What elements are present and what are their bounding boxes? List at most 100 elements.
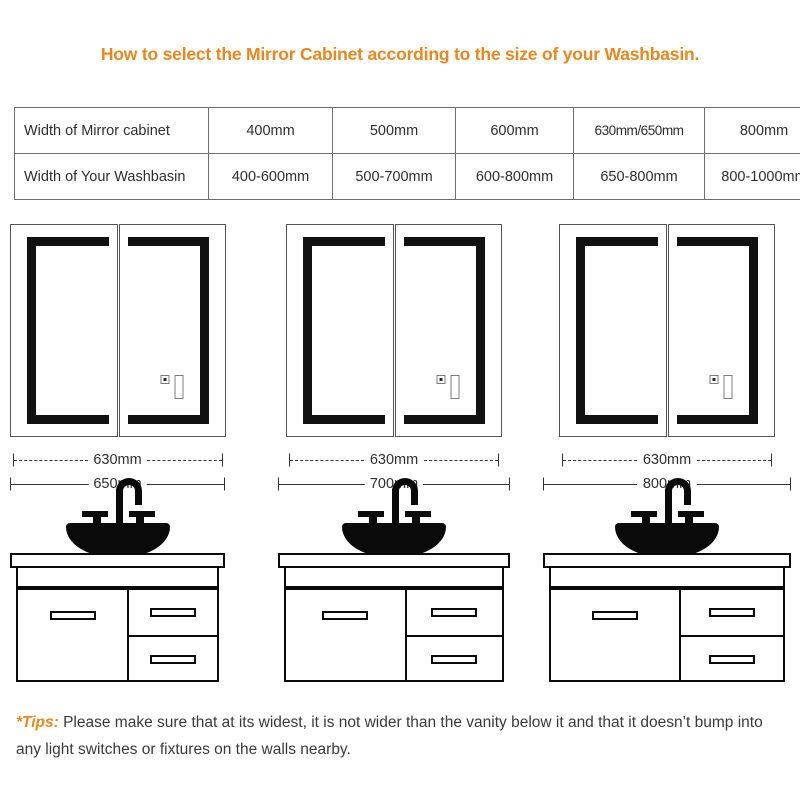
vanity-door bbox=[18, 588, 130, 680]
size-illustration-group-3: 630mm 800mm bbox=[543, 224, 791, 682]
cell-cabinet-width-630-650: 630mm/650mm bbox=[573, 107, 705, 154]
row-header-mirror-cabinet-width: Width of Mirror cabinet bbox=[14, 107, 209, 154]
vanity-drawer-stack bbox=[129, 588, 217, 680]
dimmer-touch-button-icon bbox=[723, 375, 733, 399]
cell-cabinet-width-800: 800mm bbox=[704, 107, 800, 154]
vanity-door-handle bbox=[49, 611, 96, 620]
tips-note: *Tips: Please make sure that at its wide… bbox=[16, 709, 786, 763]
vanity-drawer-top bbox=[407, 590, 502, 635]
vanity-drawer-handle bbox=[431, 608, 478, 617]
vanity-drawer-bottom bbox=[129, 635, 217, 680]
power-touch-button-icon bbox=[709, 375, 719, 384]
vanity-cabinet-body bbox=[16, 588, 219, 682]
washbasin-bowl-icon bbox=[615, 523, 719, 557]
faucet-gooseneck-icon bbox=[115, 478, 142, 497]
cell-washbasin-width-600-800: 600-800mm bbox=[455, 153, 574, 200]
vanity-drawer-handle bbox=[708, 655, 755, 664]
table-row: Width of Your Washbasin 400-600mm 500-70… bbox=[14, 153, 800, 200]
cell-cabinet-width-500: 500mm bbox=[332, 107, 456, 154]
mirror-cabinet-illustration bbox=[559, 224, 775, 437]
mirror-cabinet-door-right bbox=[667, 224, 775, 437]
dimmer-touch-button-icon bbox=[174, 375, 184, 399]
dimension-endcap-right bbox=[498, 453, 499, 467]
vanity-drawer-top bbox=[681, 590, 783, 635]
dimension-label-cabinet-width: 630mm bbox=[364, 452, 424, 468]
vanity-illustration bbox=[278, 478, 510, 682]
cell-washbasin-width-400-600: 400-600mm bbox=[208, 153, 333, 200]
vanity-illustration bbox=[543, 478, 791, 682]
vanity-drawer-stack bbox=[406, 588, 502, 680]
vanity-drawer-handle bbox=[708, 608, 755, 617]
led-light-strip-icon bbox=[576, 237, 658, 424]
washbasin-bowl-icon bbox=[65, 523, 170, 557]
vessel-sink-with-faucet bbox=[615, 478, 719, 557]
mirror-cabinet-door-right bbox=[118, 224, 226, 437]
vanity-drawer-stack bbox=[680, 588, 783, 680]
vanity-drawer-handle bbox=[150, 608, 197, 617]
vessel-sink-with-faucet bbox=[342, 478, 446, 557]
size-illustration-group-2: 630mm 700mm bbox=[278, 224, 510, 682]
page-title: How to select the Mirror Cabinet accordi… bbox=[100, 44, 700, 64]
power-touch-button-icon bbox=[436, 375, 446, 384]
dimension-cabinet-width: 630mm bbox=[289, 448, 499, 472]
dimension-endcap-right bbox=[771, 453, 772, 467]
vanity-door-handle bbox=[591, 611, 638, 620]
vanity-apron bbox=[284, 568, 504, 588]
mirror-cabinet-illustration bbox=[286, 224, 502, 437]
led-light-strip-icon bbox=[303, 237, 385, 424]
touch-control-panel bbox=[436, 375, 460, 399]
vanity-countertop bbox=[278, 553, 510, 568]
vanity-drawer-top bbox=[129, 590, 217, 635]
cell-cabinet-width-400: 400mm bbox=[208, 107, 333, 154]
mirror-cabinet-door-left bbox=[10, 224, 118, 437]
dimmer-touch-button-icon bbox=[450, 375, 460, 399]
size-spec-table: Width of Mirror cabinet 400mm 500mm 600m… bbox=[14, 107, 800, 200]
table-row: Width of Mirror cabinet 400mm 500mm 600m… bbox=[14, 107, 800, 154]
faucet-spout-tip-icon bbox=[134, 496, 142, 505]
mirror-cabinet-door-right bbox=[394, 224, 502, 437]
vanity-door bbox=[551, 588, 681, 680]
touch-control-panel bbox=[709, 375, 733, 399]
faucet-spout-tip-icon bbox=[684, 496, 691, 505]
dimension-label-cabinet-width: 630mm bbox=[637, 452, 697, 468]
vanity-apron bbox=[16, 568, 219, 588]
cell-washbasin-width-500-700: 500-700mm bbox=[332, 153, 456, 200]
vanity-cabinet-body bbox=[284, 588, 504, 682]
cell-cabinet-width-600: 600mm bbox=[455, 107, 574, 154]
dimension-endcap-right bbox=[224, 477, 225, 491]
faucet-gooseneck-icon bbox=[392, 478, 418, 497]
vanity-drawer-handle bbox=[431, 655, 478, 664]
cell-washbasin-width-650-800: 650-800mm bbox=[573, 153, 705, 200]
vanity-drawer-bottom bbox=[406, 635, 502, 680]
touch-control-panel bbox=[160, 375, 184, 399]
vessel-sink-with-faucet bbox=[65, 478, 170, 557]
vanity-countertop bbox=[10, 553, 225, 568]
row-header-washbasin-width: Width of Your Washbasin bbox=[14, 153, 209, 200]
tips-text: Please make sure that at its widest, it … bbox=[16, 714, 763, 758]
cell-washbasin-width-800-1000: 800-1000mm bbox=[704, 153, 800, 200]
vanity-cabinet-body bbox=[549, 588, 785, 682]
faucet-gooseneck-icon bbox=[665, 478, 691, 497]
vanity-drawer-bottom bbox=[680, 635, 783, 680]
tips-label: *Tips: bbox=[16, 714, 59, 731]
dimension-endcap-right bbox=[509, 477, 510, 491]
mirror-cabinet-illustration bbox=[10, 224, 226, 437]
vanity-drawer-handle bbox=[150, 655, 197, 664]
dimension-endcap-right bbox=[790, 477, 791, 491]
dimension-cabinet-width: 630mm bbox=[12, 448, 223, 472]
washbasin-bowl-icon bbox=[342, 523, 446, 557]
mirror-cabinet-door-left bbox=[559, 224, 667, 437]
vanity-illustration bbox=[10, 478, 225, 682]
vanity-apron bbox=[549, 568, 785, 588]
dimension-label-cabinet-width: 630mm bbox=[88, 452, 147, 468]
vanity-countertop bbox=[543, 553, 791, 568]
led-light-strip-icon bbox=[27, 237, 109, 424]
mirror-cabinet-door-left bbox=[286, 224, 394, 437]
vanity-door bbox=[286, 588, 407, 680]
faucet-spout-tip-icon bbox=[411, 496, 418, 505]
power-touch-button-icon bbox=[160, 375, 170, 384]
dimension-endcap-right bbox=[221, 453, 223, 467]
vanity-door-handle bbox=[322, 611, 369, 620]
size-illustration-group-1: 630mm 650mm bbox=[10, 224, 226, 682]
dimension-cabinet-width: 630mm bbox=[562, 448, 772, 472]
